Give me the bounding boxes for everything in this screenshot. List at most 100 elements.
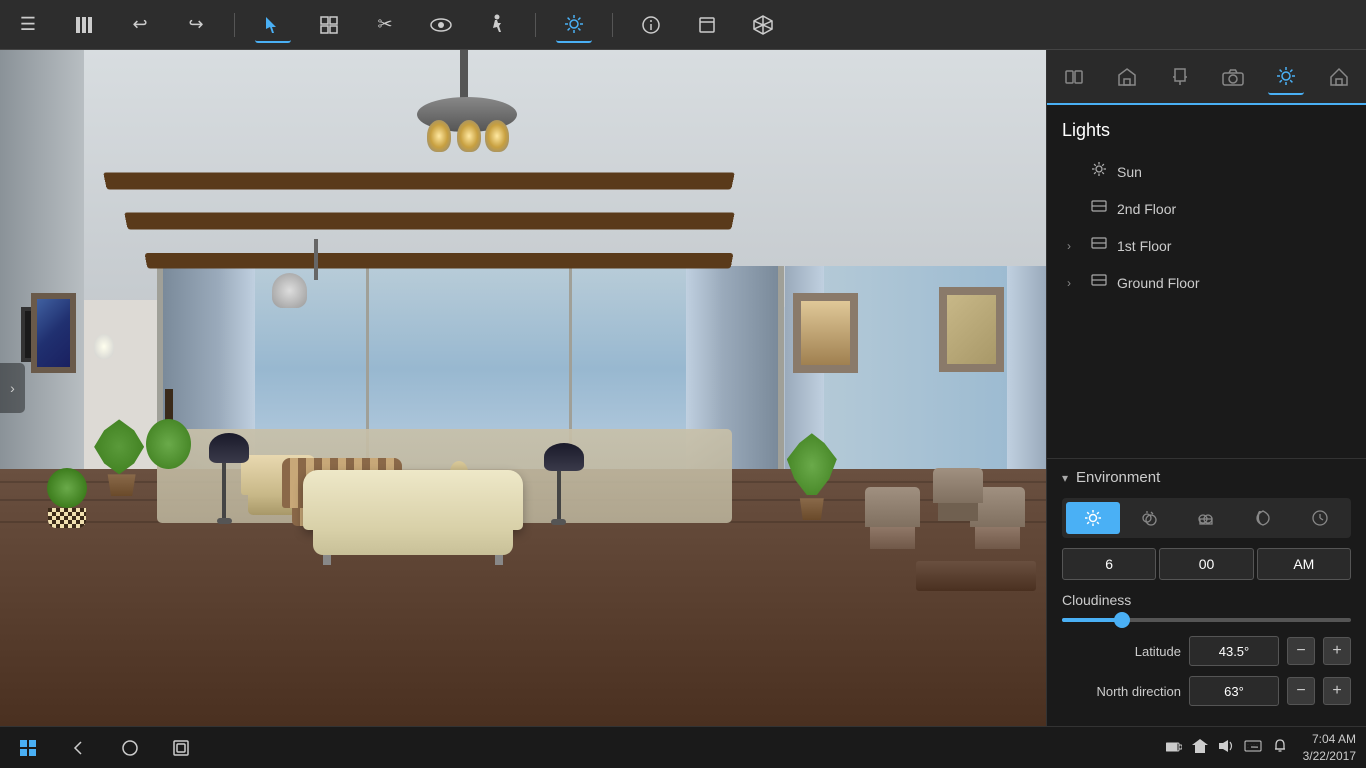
beam1 (103, 172, 734, 189)
1st-floor-expand: › (1067, 239, 1081, 253)
latitude-increase-btn[interactable]: + (1323, 637, 1351, 665)
slider-track (1062, 618, 1351, 622)
chandelier-light3 (485, 120, 509, 152)
right-panel-toolbar (1047, 50, 1366, 105)
north-direction-label: North direction (1062, 684, 1181, 699)
scissors-icon[interactable]: ✂ (367, 7, 403, 43)
tools-panel-icon[interactable] (1056, 59, 1092, 95)
camera-panel-icon[interactable] (1215, 59, 1251, 95)
latitude-row: Latitude 43.5° − + (1062, 636, 1351, 666)
frame-icon[interactable] (689, 7, 725, 43)
paint-panel-icon[interactable] (1162, 59, 1198, 95)
latitude-label: Latitude (1062, 644, 1181, 659)
sun-toolbar-icon[interactable] (556, 7, 592, 43)
main-area: › Ligh (0, 50, 1366, 726)
chandelier-light2 (457, 120, 481, 152)
plant-tall (146, 389, 191, 489)
dining-chair2 (865, 487, 920, 557)
select-icon[interactable] (255, 7, 291, 43)
3d-icon[interactable] (745, 7, 781, 43)
taskbar-clock: 7:04 AM 3/22/2017 (1303, 731, 1356, 765)
environment-label: Environment (1076, 469, 1160, 486)
time-hour-input[interactable]: 6 (1062, 548, 1156, 580)
light-item-sun[interactable]: Sun (1062, 153, 1351, 190)
volume-icon (1218, 739, 1234, 756)
taskbar: 7:04 AM 3/22/2017 (0, 726, 1366, 768)
slider-thumb[interactable] (1114, 612, 1130, 628)
beam2 (124, 212, 734, 229)
right-panel: Lights Sun 2nd Floor › (1046, 50, 1366, 726)
ground-floor-expand: › (1067, 276, 1081, 290)
light-item-1st-floor[interactable]: › 1st Floor (1062, 227, 1351, 264)
checkered-pot (42, 468, 92, 523)
env-tab-cloudy[interactable] (1180, 502, 1234, 534)
separator2 (535, 13, 536, 37)
latitude-decrease-btn[interactable]: − (1287, 637, 1315, 665)
light-panel-icon[interactable] (1268, 59, 1304, 95)
light-item-ground-floor[interactable]: › Ground Floor (1062, 264, 1351, 301)
top-toolbar: ☰ ↩ ↪ ✂ (0, 0, 1366, 50)
info-icon[interactable] (633, 7, 669, 43)
wall-lamp (94, 334, 119, 364)
time-ampm-input[interactable]: AM (1257, 548, 1351, 580)
north-direction-input[interactable]: 63° (1189, 676, 1279, 706)
windows-button[interactable] (163, 730, 199, 766)
keyboard-icon (1244, 740, 1262, 755)
chandelier-body (397, 97, 537, 132)
menu-icon[interactable]: ☰ (10, 7, 46, 43)
time-min-input[interactable]: 00 (1159, 548, 1253, 580)
lights-section: Lights Sun 2nd Floor › (1047, 105, 1366, 301)
env-tab-clear[interactable] (1066, 502, 1120, 534)
eye-icon[interactable] (423, 7, 459, 43)
pendant-light (272, 273, 307, 308)
room-scene: › (0, 50, 1046, 726)
floor-lamp-left (209, 433, 239, 523)
2nd-floor-label: 2nd Floor (1117, 201, 1176, 217)
painting-left (31, 293, 76, 373)
chevron-right-icon: › (10, 380, 15, 396)
build-panel-icon[interactable] (1109, 59, 1145, 95)
pendant-rod (314, 239, 318, 280)
slider-fill (1062, 618, 1120, 622)
floor-lamp-right (544, 443, 574, 523)
separator3 (612, 13, 613, 37)
env-tab-clock[interactable] (1293, 502, 1347, 534)
beam3 (145, 253, 734, 268)
light-item-2nd-floor[interactable]: 2nd Floor (1062, 190, 1351, 227)
painting2 (939, 287, 1004, 372)
floor-icon-ground (1091, 272, 1107, 293)
latitude-input[interactable]: 43.5° (1189, 636, 1279, 666)
env-time-tabs (1062, 498, 1351, 538)
3d-viewport[interactable]: › (0, 50, 1046, 726)
back-button[interactable] (61, 730, 97, 766)
home-panel-icon[interactable] (1321, 59, 1357, 95)
side-nav-arrow[interactable]: › (0, 363, 25, 413)
north-increase-btn[interactable]: + (1323, 677, 1351, 705)
environment-section: ▾ Environment (1047, 458, 1366, 726)
floor-icon-2nd (1091, 198, 1107, 219)
redo-icon[interactable]: ↪ (178, 7, 214, 43)
1st-floor-label: 1st Floor (1117, 238, 1171, 254)
environment-header[interactable]: ▾ Environment (1062, 469, 1351, 486)
ground-floor-label: Ground Floor (1117, 275, 1199, 291)
dining-chair3 (933, 468, 983, 523)
env-tab-night[interactable] (1236, 502, 1290, 534)
lights-title: Lights (1062, 120, 1351, 141)
env-tab-partly-cloudy[interactable] (1123, 502, 1177, 534)
undo-icon[interactable]: ↩ (122, 7, 158, 43)
env-time-inputs: 6 00 AM (1062, 548, 1351, 580)
notification-icon (1272, 738, 1288, 757)
time-display: 7:04 AM (1303, 731, 1356, 748)
library-icon[interactable] (66, 7, 102, 43)
arrange-icon[interactable] (311, 7, 347, 43)
cloudiness-slider[interactable] (1062, 618, 1351, 622)
north-decrease-btn[interactable]: − (1287, 677, 1315, 705)
plant-left (94, 419, 149, 489)
chandelier-light1 (427, 120, 451, 152)
walk-icon[interactable] (479, 7, 515, 43)
system-icons (1166, 738, 1288, 757)
circle-button[interactable] (112, 730, 148, 766)
date-display: 3/22/2017 (1303, 748, 1356, 765)
start-button[interactable] (10, 730, 46, 766)
cloudiness-label: Cloudiness (1062, 592, 1351, 608)
